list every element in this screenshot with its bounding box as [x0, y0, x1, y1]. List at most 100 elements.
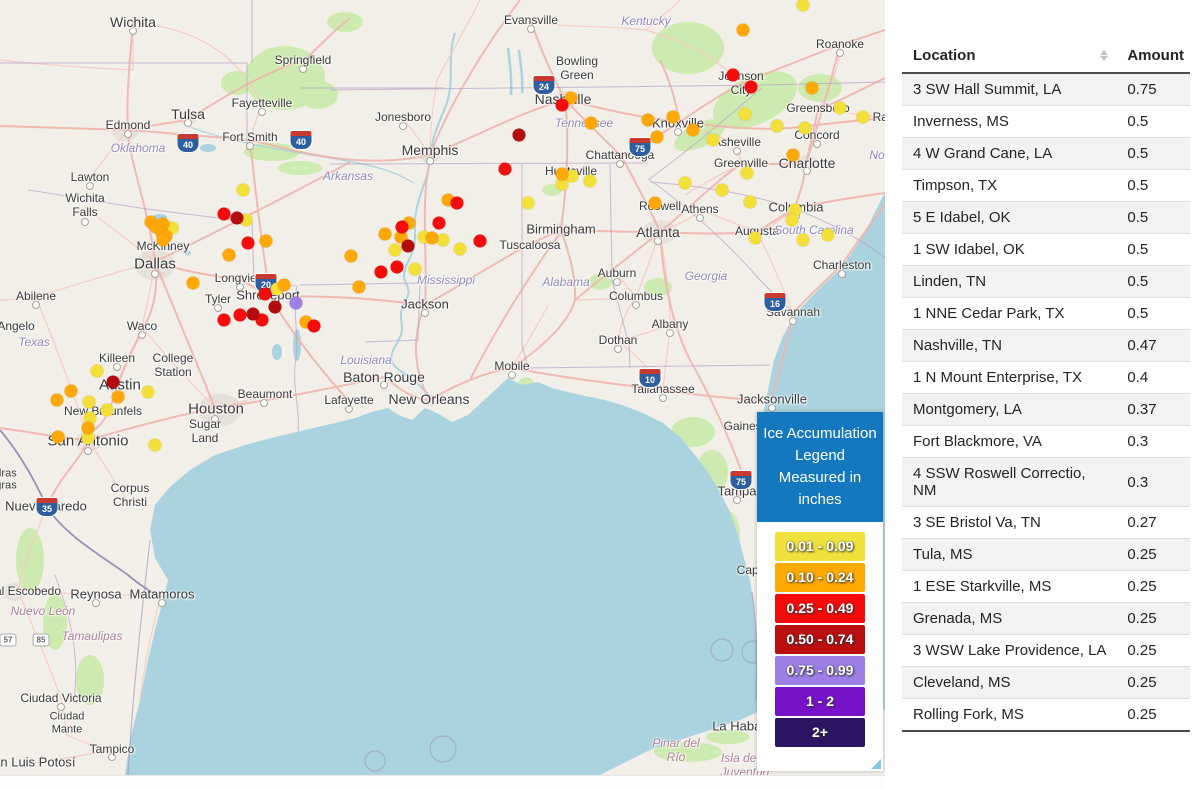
ice-report-dot[interactable]: [451, 197, 464, 210]
ice-report-dot[interactable]: [737, 24, 750, 37]
map-label-college-station: College Station: [153, 352, 194, 380]
ice-report-dot[interactable]: [52, 431, 65, 444]
ice-report-dot[interactable]: [745, 81, 758, 94]
ice-report-dot[interactable]: [749, 232, 762, 245]
ice-report-dot[interactable]: [741, 167, 754, 180]
ice-report-dot[interactable]: [857, 111, 870, 124]
ice-report-dot[interactable]: [522, 197, 535, 210]
ice-report-dot[interactable]: [667, 111, 680, 124]
ice-report-dot[interactable]: [83, 396, 96, 409]
map-label-ciudad-mante: Ciudad Mante: [50, 710, 85, 735]
location-header-label: Location: [913, 47, 976, 64]
cell-amount: 0.27: [1116, 507, 1190, 539]
ice-report-dot[interactable]: [687, 124, 700, 137]
ice-report-dot[interactable]: [82, 422, 95, 435]
ice-report-dot[interactable]: [65, 385, 78, 398]
table-row: Rolling Fork, MS0.25: [902, 699, 1190, 732]
ice-report-dot[interactable]: [585, 117, 598, 130]
table-row: Montgomery, LA0.37: [902, 394, 1190, 426]
ice-report-dot[interactable]: [433, 217, 446, 230]
ice-report-dot[interactable]: [142, 386, 155, 399]
ice-report-dot[interactable]: [716, 184, 729, 197]
map-label-springfield: Springfield: [275, 54, 332, 68]
map-label-fort-smith: Fort Smith: [222, 131, 277, 145]
ice-report-dot[interactable]: [157, 234, 170, 247]
ice-report-dot[interactable]: [234, 309, 247, 322]
ice-report-dot[interactable]: [822, 229, 835, 242]
ice-report-dot[interactable]: [806, 82, 819, 95]
ice-report-dot[interactable]: [107, 376, 120, 389]
map-label-killeen: Killeen: [99, 352, 135, 366]
ice-report-dot[interactable]: [739, 108, 752, 121]
ice-report-dot[interactable]: [651, 131, 664, 144]
legend-resize-handle[interactable]: [871, 759, 881, 769]
ice-report-dot[interactable]: [389, 244, 402, 257]
ice-report-dot[interactable]: [242, 237, 255, 250]
ice-report-dot[interactable]: [426, 232, 439, 245]
map-label-south-carolina: South Carolina: [774, 224, 853, 238]
cell-location: Rolling Fork, MS: [902, 699, 1116, 732]
ice-report-dot[interactable]: [353, 281, 366, 294]
ice-report-dot[interactable]: [744, 196, 757, 209]
map-label-jackson: Jackson: [401, 298, 449, 313]
ice-report-dot[interactable]: [259, 288, 272, 301]
ice-report-dot[interactable]: [231, 212, 244, 225]
ice-report-dot[interactable]: [237, 184, 250, 197]
ice-report-dot[interactable]: [218, 208, 231, 221]
ice-report-dot[interactable]: [112, 391, 125, 404]
column-header-amount[interactable]: Amount: [1116, 40, 1190, 73]
cell-location: Grenada, MS: [902, 603, 1116, 635]
ice-report-dot[interactable]: [402, 240, 415, 253]
ice-report-dot[interactable]: [409, 263, 422, 276]
ice-report-dot[interactable]: [396, 221, 409, 234]
map-label-tuscaloosa: Tuscaloosa: [500, 239, 561, 253]
ice-report-dot[interactable]: [247, 308, 260, 321]
ice-report-dot[interactable]: [649, 197, 662, 210]
ice-report-dot[interactable]: [707, 134, 720, 147]
cell-location: 4 SSW Roswell Correctio, NM: [902, 458, 1116, 507]
ice-report-dot[interactable]: [786, 214, 799, 227]
ice-report-dot[interactable]: [834, 102, 847, 115]
ice-report-dot[interactable]: [269, 301, 282, 314]
ice-report-dot[interactable]: [345, 250, 358, 263]
ice-report-dot[interactable]: [375, 266, 388, 279]
table-row: 3 WSW Lake Providence, LA0.25: [902, 635, 1190, 667]
ice-report-dot[interactable]: [513, 129, 526, 142]
cell-amount: 0.5: [1116, 170, 1190, 202]
ice-report-dot[interactable]: [437, 234, 450, 247]
ice-report-dot[interactable]: [771, 120, 784, 133]
column-header-location[interactable]: Location: [902, 40, 1116, 73]
ice-report-dot[interactable]: [391, 261, 404, 274]
ice-report-dot[interactable]: [727, 69, 740, 82]
cell-location: 3 SE Bristol Va, TN: [902, 507, 1116, 539]
ice-report-dot[interactable]: [556, 168, 569, 181]
ice-report-dot[interactable]: [260, 235, 273, 248]
ice-report-dot[interactable]: [799, 122, 812, 135]
ice-report-dot[interactable]: [642, 114, 655, 127]
ice-report-dot[interactable]: [51, 394, 64, 407]
ice-report-dot[interactable]: [149, 439, 162, 452]
ice-report-dot[interactable]: [379, 228, 392, 241]
map-label-tamaulipas: Tamaulipas: [62, 630, 123, 644]
ice-report-dot[interactable]: [218, 314, 231, 327]
ice-report-table: Location Amount 3 SW Hall Summit, LA0.75…: [902, 40, 1190, 732]
ice-report-dot[interactable]: [474, 235, 487, 248]
ice-report-dot[interactable]: [679, 177, 692, 190]
cell-amount: 0.25: [1116, 699, 1190, 732]
ice-report-dot[interactable]: [308, 320, 321, 333]
ice-report-dot[interactable]: [787, 149, 800, 162]
map-canvas[interactable]: WichitaSpringfieldEvansvilleKentuckyRoan…: [0, 0, 885, 775]
ice-report-dot[interactable]: [91, 365, 104, 378]
ice-report-dot[interactable]: [454, 243, 467, 256]
ice-report-dot[interactable]: [499, 163, 512, 176]
ice-report-dot[interactable]: [278, 279, 291, 292]
ice-report-dot[interactable]: [584, 175, 597, 188]
cell-location: Nashville, TN: [902, 330, 1116, 362]
sort-icon[interactable]: [1100, 50, 1108, 61]
ice-report-dot[interactable]: [223, 249, 236, 262]
ice-report-dot[interactable]: [101, 404, 114, 417]
ice-report-dot[interactable]: [556, 99, 569, 112]
ice-report-dot[interactable]: [290, 297, 303, 310]
ice-report-dot[interactable]: [797, 234, 810, 247]
ice-report-dot[interactable]: [187, 277, 200, 290]
